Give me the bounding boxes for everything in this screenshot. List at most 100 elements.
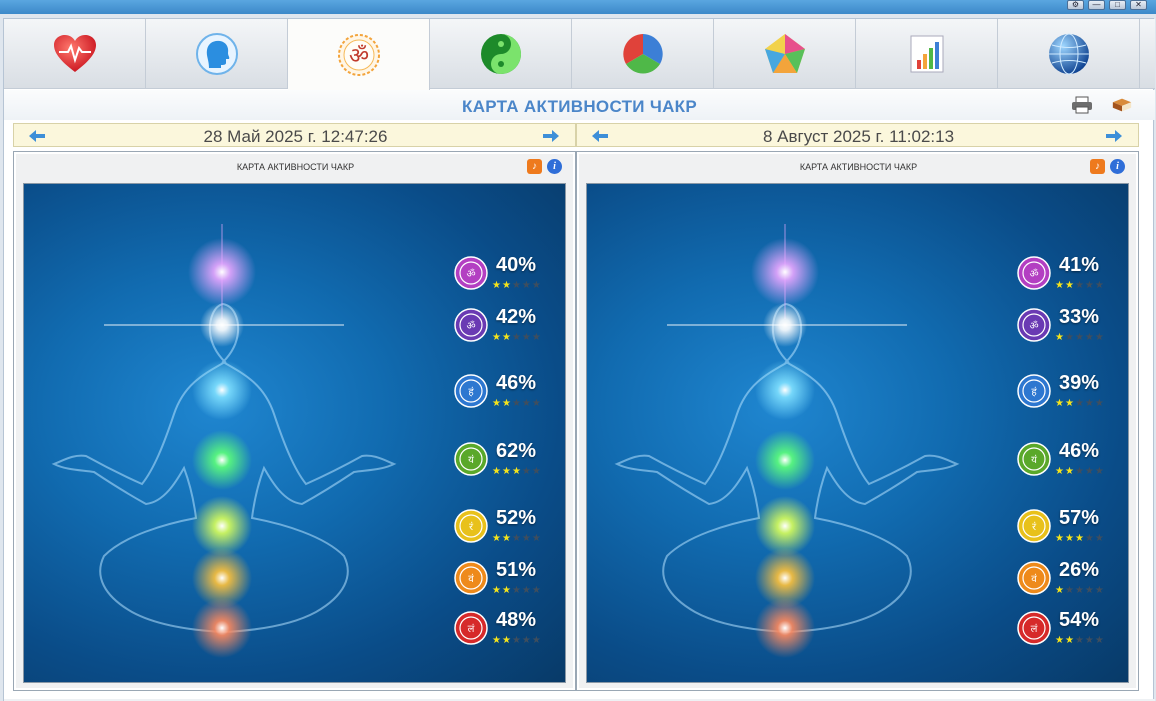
chakra-percent: 46% (1059, 440, 1100, 462)
book-button[interactable] (1111, 95, 1133, 115)
chakra-row-crown[interactable]: ॐ 40% ★★★★★ (454, 254, 564, 296)
frame-title: КАРТА АКТИВНОСТИ ЧАКР (236, 162, 355, 172)
tab-bar-chart[interactable] (856, 19, 998, 89)
crown-chakra-icon: ॐ (1017, 256, 1051, 290)
chakra-rating-stars: ★★★★★ (492, 399, 552, 409)
chakra-row-sacral[interactable]: वं 26% ★★★★★ (1017, 559, 1127, 601)
star-icon: ★ (511, 635, 522, 646)
chakra-glow-solar-plexus (192, 496, 252, 556)
chakra-frame: КАРТА АКТИВНОСТИ ЧАКР ♪ i ॐ 41% ★★★★★ ॐ 33%… (576, 151, 1139, 691)
next-date-button[interactable] (1105, 128, 1123, 143)
star-icon: ★ (1064, 332, 1075, 343)
tab-yin-yang[interactable] (430, 19, 572, 89)
star-icon: ★ (511, 332, 522, 343)
tab-pentagon[interactable] (714, 19, 856, 89)
chakra-row-root[interactable]: लं 48% ★★★★★ (454, 609, 564, 651)
chakra-glow-third-eye (200, 303, 244, 347)
star-icon: ★ (1064, 585, 1075, 596)
chakra-rating-stars: ★★★★★ (492, 636, 552, 646)
star-icon: ★ (1094, 533, 1105, 544)
panel-left: 28 Май 2025 г. 12:47:26 КАРТА АКТИВНОСТИ… (13, 123, 576, 691)
star-icon: ★ (492, 533, 502, 544)
svg-text:यं: यं (468, 454, 474, 466)
window-title-strip: ⚙ — □ ✕ (0, 0, 1156, 14)
chakra-row-third-eye[interactable]: ॐ 33% ★★★★★ (1017, 306, 1127, 348)
tab-head[interactable] (146, 19, 288, 89)
star-icon: ★ (1064, 533, 1075, 544)
close-window-button[interactable]: ✕ (1130, 0, 1147, 10)
music-button[interactable]: ♪ (1090, 159, 1105, 174)
chakra-percent: 41% (1059, 254, 1100, 276)
chakra-row-sacral[interactable]: वं 51% ★★★★★ (454, 559, 564, 601)
arrow-right-icon (543, 129, 559, 142)
info-button[interactable]: i (547, 159, 562, 174)
info-button[interactable]: i (1110, 159, 1125, 174)
star-icon: ★ (1055, 635, 1065, 646)
star-icon: ★ (1084, 635, 1095, 646)
next-date-button[interactable] (542, 128, 560, 143)
star-icon: ★ (1074, 332, 1085, 343)
throat-chakra-icon: हं (454, 374, 488, 408)
chakra-percent: 48% (496, 609, 537, 631)
chakra-glow-throat (192, 360, 252, 420)
star-icon: ★ (531, 585, 542, 596)
bar-chart-icon (905, 32, 949, 76)
chakra-row-throat[interactable]: हं 39% ★★★★★ (1017, 372, 1127, 414)
star-icon: ★ (501, 466, 512, 477)
solar-plexus-chakra-icon: रं (1017, 509, 1051, 543)
chakra-row-crown[interactable]: ॐ 41% ★★★★★ (1017, 254, 1127, 296)
star-icon: ★ (1074, 280, 1085, 291)
svg-text:ॐ: ॐ (348, 44, 368, 69)
maximize-window-button[interactable]: □ (1109, 0, 1126, 10)
tab-pie[interactable] (572, 19, 714, 89)
chakra-percent: 40% (496, 254, 537, 276)
star-icon: ★ (511, 533, 522, 544)
tab-om[interactable]: ॐ (288, 19, 430, 90)
printer-icon (1072, 96, 1092, 114)
chakra-glow-solar-plexus (755, 496, 815, 556)
chakra-row-third-eye[interactable]: ॐ 42% ★★★★★ (454, 306, 564, 348)
chakra-row-heart[interactable]: यं 62% ★★★★★ (454, 440, 564, 482)
heart-chakra-icon: यं (454, 442, 488, 476)
star-icon: ★ (1084, 398, 1095, 409)
print-button[interactable] (1071, 95, 1093, 115)
throat-chakra-icon: हं (1017, 374, 1051, 408)
music-button[interactable]: ♪ (527, 159, 542, 174)
star-icon: ★ (501, 585, 512, 596)
star-icon: ★ (492, 635, 502, 646)
session-date: 28 Май 2025 г. 12:47:26 (203, 127, 388, 146)
minimize-window-button[interactable]: — (1088, 0, 1105, 10)
svg-text:ॐ: ॐ (1029, 268, 1038, 280)
chakra-row-root[interactable]: लं 54% ★★★★★ (1017, 609, 1127, 651)
yin-yang-icon (479, 32, 523, 76)
star-icon: ★ (1084, 585, 1095, 596)
chakra-rating-stars: ★★★★★ (492, 467, 552, 477)
settings-window-button[interactable]: ⚙ (1067, 0, 1084, 10)
chakra-row-solar-plexus[interactable]: रं 52% ★★★★★ (454, 507, 564, 549)
pentagon-icon (763, 32, 807, 76)
star-icon: ★ (1055, 585, 1065, 596)
svg-text:हं: हं (468, 386, 474, 398)
svg-text:यं: यं (1031, 454, 1037, 466)
star-icon: ★ (531, 398, 542, 409)
chakra-glow-root (755, 598, 815, 658)
star-icon: ★ (492, 398, 502, 409)
sacral-chakra-icon: वं (1017, 561, 1051, 595)
chakra-row-solar-plexus[interactable]: रं 57% ★★★★★ (1017, 507, 1127, 549)
app-window: ॐ КАРТА АКТИВНОСТИ ЧАКР 28 Май 2025 г. 1… (3, 18, 1155, 701)
chakra-row-heart[interactable]: यं 46% ★★★★★ (1017, 440, 1127, 482)
module-tabs: ॐ (4, 19, 1155, 90)
star-icon: ★ (1055, 466, 1065, 477)
star-icon: ★ (1074, 585, 1085, 596)
tab-heart[interactable] (4, 19, 146, 89)
chakra-row-throat[interactable]: हं 46% ★★★★★ (454, 372, 564, 414)
star-icon: ★ (521, 533, 532, 544)
chakra-percent: 46% (496, 372, 537, 394)
star-icon: ★ (501, 280, 512, 291)
star-icon: ★ (1074, 533, 1085, 544)
tab-globe[interactable] (998, 19, 1140, 89)
star-icon: ★ (1064, 466, 1075, 477)
star-icon: ★ (1055, 398, 1065, 409)
panel-right: 8 Август 2025 г. 11:02:13 КАРТА АКТИВНОС… (576, 123, 1139, 691)
star-icon: ★ (1084, 332, 1095, 343)
